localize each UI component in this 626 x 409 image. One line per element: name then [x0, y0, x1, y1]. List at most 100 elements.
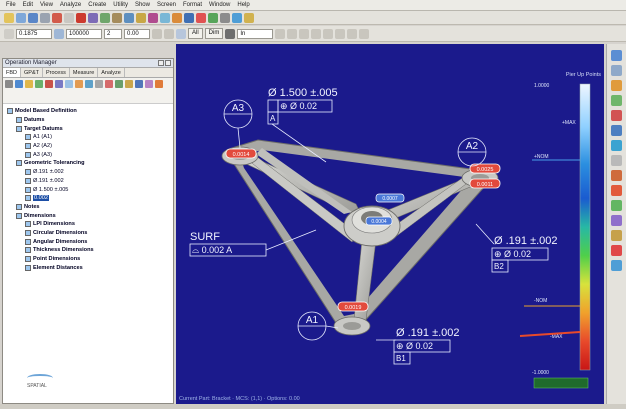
construct-icon[interactable] — [124, 12, 134, 23]
tree-item[interactable]: Model Based Definition — [3, 107, 173, 116]
bottom-hole-callout[interactable]: Ø .191 ±.002 ⊕ Ø 0.02 B1 — [376, 327, 460, 365]
tree-item[interactable]: Geometric Tolerancing — [3, 159, 173, 168]
scale-field[interactable]: 100000 — [66, 28, 102, 39]
grid-icon[interactable] — [220, 12, 230, 23]
feature-icon[interactable] — [148, 12, 158, 23]
part-canvas[interactable]: 0.0014 0.0025 0.0011 0.0019 0.0007 0.000… — [176, 44, 604, 404]
folder-icon[interactable] — [25, 80, 33, 88]
tree-item[interactable]: A1 (A1) — [3, 133, 173, 142]
tab-analyze[interactable]: Analyze — [98, 68, 125, 77]
star-icon[interactable] — [244, 12, 254, 23]
tree-item[interactable]: A2 (A2) — [3, 142, 173, 151]
right-hole-callout[interactable]: Ø .191 ±.002 ⊕ Ø 0.02 B2 — [475, 223, 558, 273]
menu-item-screen[interactable]: Screen — [157, 2, 176, 8]
view-icon[interactable] — [611, 50, 622, 61]
offset-field[interactable]: 0.00 — [124, 28, 150, 39]
menu-item-edit[interactable]: Edit — [23, 2, 33, 8]
delete-icon[interactable] — [45, 80, 53, 88]
check-icon[interactable] — [35, 80, 43, 88]
tree-item[interactable]: Dimensions — [3, 211, 173, 220]
move-icon[interactable] — [95, 80, 103, 88]
print-icon[interactable] — [40, 12, 50, 23]
point-icon[interactable] — [208, 12, 218, 23]
decimals-field[interactable]: 2 — [104, 28, 122, 39]
tree-item[interactable]: Ø 1.500 ±.005 — [3, 185, 173, 194]
shape-icon[interactable] — [611, 215, 622, 226]
menu-item-file[interactable]: File — [6, 2, 16, 8]
wire-icon[interactable] — [323, 28, 334, 39]
tag-icon[interactable] — [145, 80, 153, 88]
info-icon[interactable] — [611, 260, 622, 271]
tool-icon[interactable] — [75, 80, 83, 88]
paint-icon[interactable] — [611, 185, 622, 196]
fit-icon[interactable] — [299, 28, 310, 39]
grid-icon[interactable] — [611, 155, 622, 166]
arrow-icon[interactable] — [55, 80, 63, 88]
flag-icon[interactable] — [611, 245, 622, 256]
list-icon[interactable] — [85, 80, 93, 88]
tree-item[interactable]: Element Distances — [3, 263, 173, 272]
tolerance-field[interactable]: 0.1875 — [16, 28, 52, 39]
filter-icon[interactable] — [176, 28, 186, 39]
layer-icon[interactable] — [232, 12, 242, 23]
measure-icon[interactable] — [100, 12, 110, 23]
tag-blue-1[interactable]: 0.0007 — [375, 193, 405, 203]
tab-process[interactable]: Process — [43, 68, 70, 77]
axis-icon[interactable] — [152, 28, 162, 39]
tag-red-1[interactable]: 0.0014 — [225, 148, 257, 159]
top-view-icon[interactable] — [347, 28, 358, 39]
menu-item-format[interactable]: Format — [183, 2, 202, 8]
scale-icon[interactable] — [54, 28, 64, 39]
tree-item[interactable]: 0.002 — [3, 194, 173, 203]
all-button[interactable]: All — [188, 28, 203, 39]
menu-item-create[interactable]: Create — [88, 2, 106, 8]
tab-fbd[interactable]: FBD — [3, 68, 21, 77]
rotate-icon[interactable] — [184, 12, 194, 23]
menu-item-window[interactable]: Window — [209, 2, 230, 8]
tag-blue-2[interactable]: 0.0004 — [365, 216, 393, 226]
zoom-icon[interactable] — [275, 28, 286, 39]
units-icon[interactable] — [4, 28, 14, 39]
tree-item[interactable]: LPI Dimensions — [3, 220, 173, 229]
datum-target-a2[interactable]: A2 — [457, 137, 487, 167]
minimize-icon[interactable] — [158, 60, 164, 66]
probe-icon[interactable] — [160, 12, 170, 23]
tolerance-icon[interactable] — [136, 12, 146, 23]
tag-red-2[interactable]: 0.0025 — [469, 163, 501, 174]
shade-icon[interactable] — [311, 28, 322, 39]
text-icon[interactable] — [164, 28, 174, 39]
pan-icon[interactable] — [287, 28, 298, 39]
tool-icon[interactable] — [611, 170, 622, 181]
align-icon[interactable] — [112, 12, 122, 23]
check-icon[interactable] — [611, 200, 622, 211]
tree-item[interactable]: Point Dimensions — [3, 255, 173, 264]
front-view-icon[interactable] — [359, 28, 370, 39]
menu-item-help[interactable]: Help — [237, 2, 249, 8]
iso-icon[interactable] — [335, 28, 346, 39]
target-icon[interactable] — [611, 110, 622, 121]
record-icon[interactable] — [76, 12, 86, 23]
copy-icon[interactable] — [64, 12, 74, 23]
filter-icon[interactable] — [5, 80, 13, 88]
units-field[interactable]: In — [237, 28, 274, 39]
tree-item[interactable]: Datums — [3, 116, 173, 125]
menu-item-utility[interactable]: Utility — [113, 2, 128, 8]
menu-item-analyze[interactable]: Analyze — [60, 2, 81, 8]
tree-item[interactable]: Target Datums — [3, 124, 173, 133]
save-icon[interactable] — [28, 12, 38, 23]
lock-icon[interactable] — [125, 80, 133, 88]
link-icon[interactable] — [135, 80, 143, 88]
tree-item[interactable]: Angular Dimensions — [3, 237, 173, 246]
view-icon[interactable] — [88, 12, 98, 23]
tree-item[interactable]: Ø.191 ±.002 — [3, 168, 173, 177]
flag-icon[interactable] — [105, 80, 113, 88]
menu-item-show[interactable]: Show — [135, 2, 150, 8]
color-icon[interactable] — [155, 80, 163, 88]
cube-icon[interactable] — [611, 125, 622, 136]
expand-icon[interactable] — [15, 80, 23, 88]
new-icon[interactable] — [4, 12, 14, 23]
home-icon[interactable] — [611, 65, 622, 76]
tab-gp-t[interactable]: GP&T — [21, 68, 43, 77]
cut-icon[interactable] — [52, 12, 62, 23]
tag-red-4[interactable]: 0.0019 — [337, 301, 369, 312]
